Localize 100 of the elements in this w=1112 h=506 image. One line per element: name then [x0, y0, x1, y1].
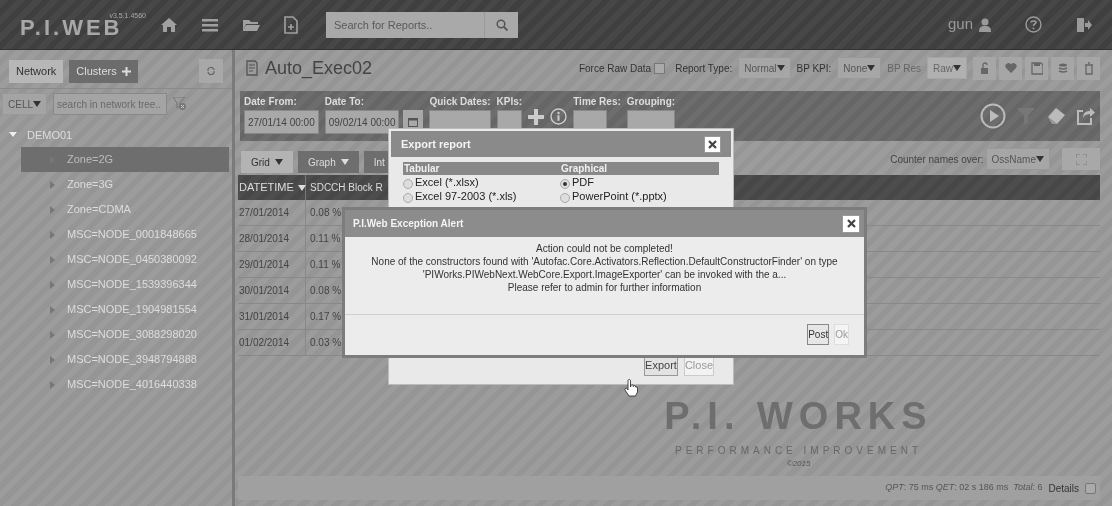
details-checkbox[interactable] [1085, 482, 1096, 494]
copyright-text: ©2015 [786, 458, 811, 470]
parameter-label: Grouping: [626, 95, 676, 107]
play-icon[interactable] [980, 103, 1006, 129]
tree-toggle-icon[interactable] [49, 280, 57, 289]
radio-label: Excel 97-2003 (*.xls) [415, 188, 517, 204]
menu-icon[interactable] [202, 17, 218, 32]
alert-message-line: None of the constructors found with 'Autofac.Core.Activators.Reflection.DefaultConstructorFinder' on type 'PIWorks.PIWebNext.WebCore.Export.ImageExporter' can be invoked with the a... [370, 255, 839, 281]
close-icon [846, 219, 856, 228]
toolbar-button[interactable] [1077, 56, 1100, 80]
plus-icon[interactable] [121, 67, 131, 76]
lock-icon [978, 61, 991, 75]
caret-icon [274, 159, 283, 165]
column-header[interactable]: SDCCH Block R [306, 175, 383, 200]
tree-item[interactable]: Zone=2G [21, 147, 229, 172]
close-button[interactable] [704, 135, 721, 153]
tree-toggle-icon[interactable] [49, 180, 57, 189]
force-raw-checkbox[interactable] [654, 62, 666, 74]
home-icon[interactable] [160, 16, 178, 33]
table-cell: 31/01/2014 [238, 304, 306, 329]
user-icon[interactable] [979, 17, 991, 32]
logout-icon[interactable] [1076, 16, 1092, 33]
tree-toggle-icon[interactable] [49, 305, 57, 314]
level-select[interactable]: CELL [2, 93, 47, 115]
tree-item[interactable]: MSC=NODE_3088298020 [21, 322, 229, 347]
tree-item[interactable]: DEMO01 [3, 123, 229, 147]
caret-icon [297, 184, 306, 191]
report-icon [245, 60, 259, 76]
tree-item[interactable]: Zone=CDMA [21, 197, 229, 222]
caret-icon [867, 65, 876, 71]
caret-icon [776, 65, 785, 71]
tree-toggle-icon[interactable] [9, 131, 17, 139]
tree-toggle-icon[interactable] [49, 380, 57, 389]
sidebar-tab[interactable]: Network [9, 60, 64, 83]
parameter-label: Quick Dates: [429, 95, 491, 107]
report-title: Auto_Exec02 [265, 56, 373, 81]
date-from-field[interactable]: 27/01/14 00:00 [244, 110, 319, 134]
new-document-icon[interactable] [284, 15, 298, 34]
help-icon[interactable] [1025, 16, 1042, 33]
search-icon[interactable] [495, 18, 508, 31]
query-stats: QPT: 75 ms QET: 02 s 186 ms Total: 6 [885, 481, 1043, 495]
close-button[interactable] [842, 214, 860, 233]
column-header: Graphical [560, 162, 608, 176]
info-icon[interactable] [550, 108, 568, 125]
radio-button[interactable] [560, 179, 570, 189]
parameter-label: Time Res: [573, 95, 621, 107]
refresh-button[interactable] [199, 59, 223, 83]
sidebar-tab[interactable]: Clusters [69, 60, 138, 83]
refresh-icon [206, 66, 216, 76]
save-icon [1030, 61, 1043, 75]
clear-filter-icon[interactable] [173, 97, 187, 111]
eraser-icon[interactable] [1046, 107, 1066, 125]
add-icon[interactable] [528, 108, 545, 125]
tree-item[interactable]: MSC=NODE_0450380092 [21, 247, 229, 272]
export-icon[interactable] [1076, 106, 1096, 126]
search-button[interactable] [484, 11, 518, 38]
force-raw-label: Force Raw Data [578, 61, 652, 76]
table-cell-text: 0.03 % [309, 336, 342, 350]
radio-label: PDF [572, 174, 594, 190]
view-tab[interactable]: Graph [297, 151, 359, 173]
radio-button[interactable] [403, 193, 413, 203]
tree-toggle-icon[interactable] [49, 255, 57, 264]
alert-button[interactable]: Post [807, 324, 830, 345]
tree-item[interactable]: Zone=3G [21, 172, 229, 197]
tree-item[interactable]: MSC=NODE_4016440338 [21, 372, 229, 397]
counter-names-label: Counter names over: [890, 152, 984, 167]
caret-icon [953, 65, 961, 71]
view-tab[interactable]: Grid [241, 151, 293, 173]
tree-toggle-icon[interactable] [49, 205, 57, 214]
dialog-title: Export report [401, 136, 471, 152]
hand-cursor-icon [624, 379, 638, 397]
search-field[interactable]: Search for Reports.. [326, 11, 484, 38]
radio-button[interactable] [560, 193, 570, 203]
user-name: gun [947, 14, 973, 35]
tree-toggle-icon[interactable] [49, 330, 57, 339]
radio-button[interactable] [403, 179, 413, 189]
report-type-select[interactable]: Normal [738, 57, 791, 79]
folder-icon[interactable] [242, 17, 260, 32]
alert-message-line: Action could not be completed! [536, 242, 673, 255]
toolbar-button[interactable] [1051, 56, 1074, 80]
caret-icon [1036, 156, 1044, 162]
database-icon [1056, 61, 1069, 75]
bp-kpi-select[interactable]: None [837, 57, 882, 79]
tree-item[interactable]: MSC=NODE_1539396344 [21, 272, 229, 297]
expand-icon [1075, 153, 1087, 165]
table-cell-text: 0.17 % [309, 310, 342, 324]
radio-label: Excel (*.xlsx) [415, 174, 479, 190]
details-label: Details [1048, 481, 1079, 496]
tree-item[interactable]: MSC=NODE_1904981554 [21, 297, 229, 322]
tree-item[interactable]: MSC=NODE_3948794888 [21, 347, 229, 372]
column-header[interactable]: DATETIME [238, 175, 306, 200]
tree-item[interactable]: MSC=NODE_0001848665 [21, 222, 229, 247]
tree-toggle-icon[interactable] [49, 355, 57, 364]
caret-icon [340, 159, 349, 165]
toolbar-button[interactable] [999, 56, 1022, 80]
tree-toggle-icon[interactable] [49, 230, 57, 239]
toolbar-button[interactable] [973, 56, 996, 80]
toolbar-button[interactable] [1025, 56, 1048, 80]
date-to-field[interactable]: 09/02/14 00:00 [324, 110, 400, 134]
counter-names-select[interactable]: OssName [985, 148, 1050, 170]
